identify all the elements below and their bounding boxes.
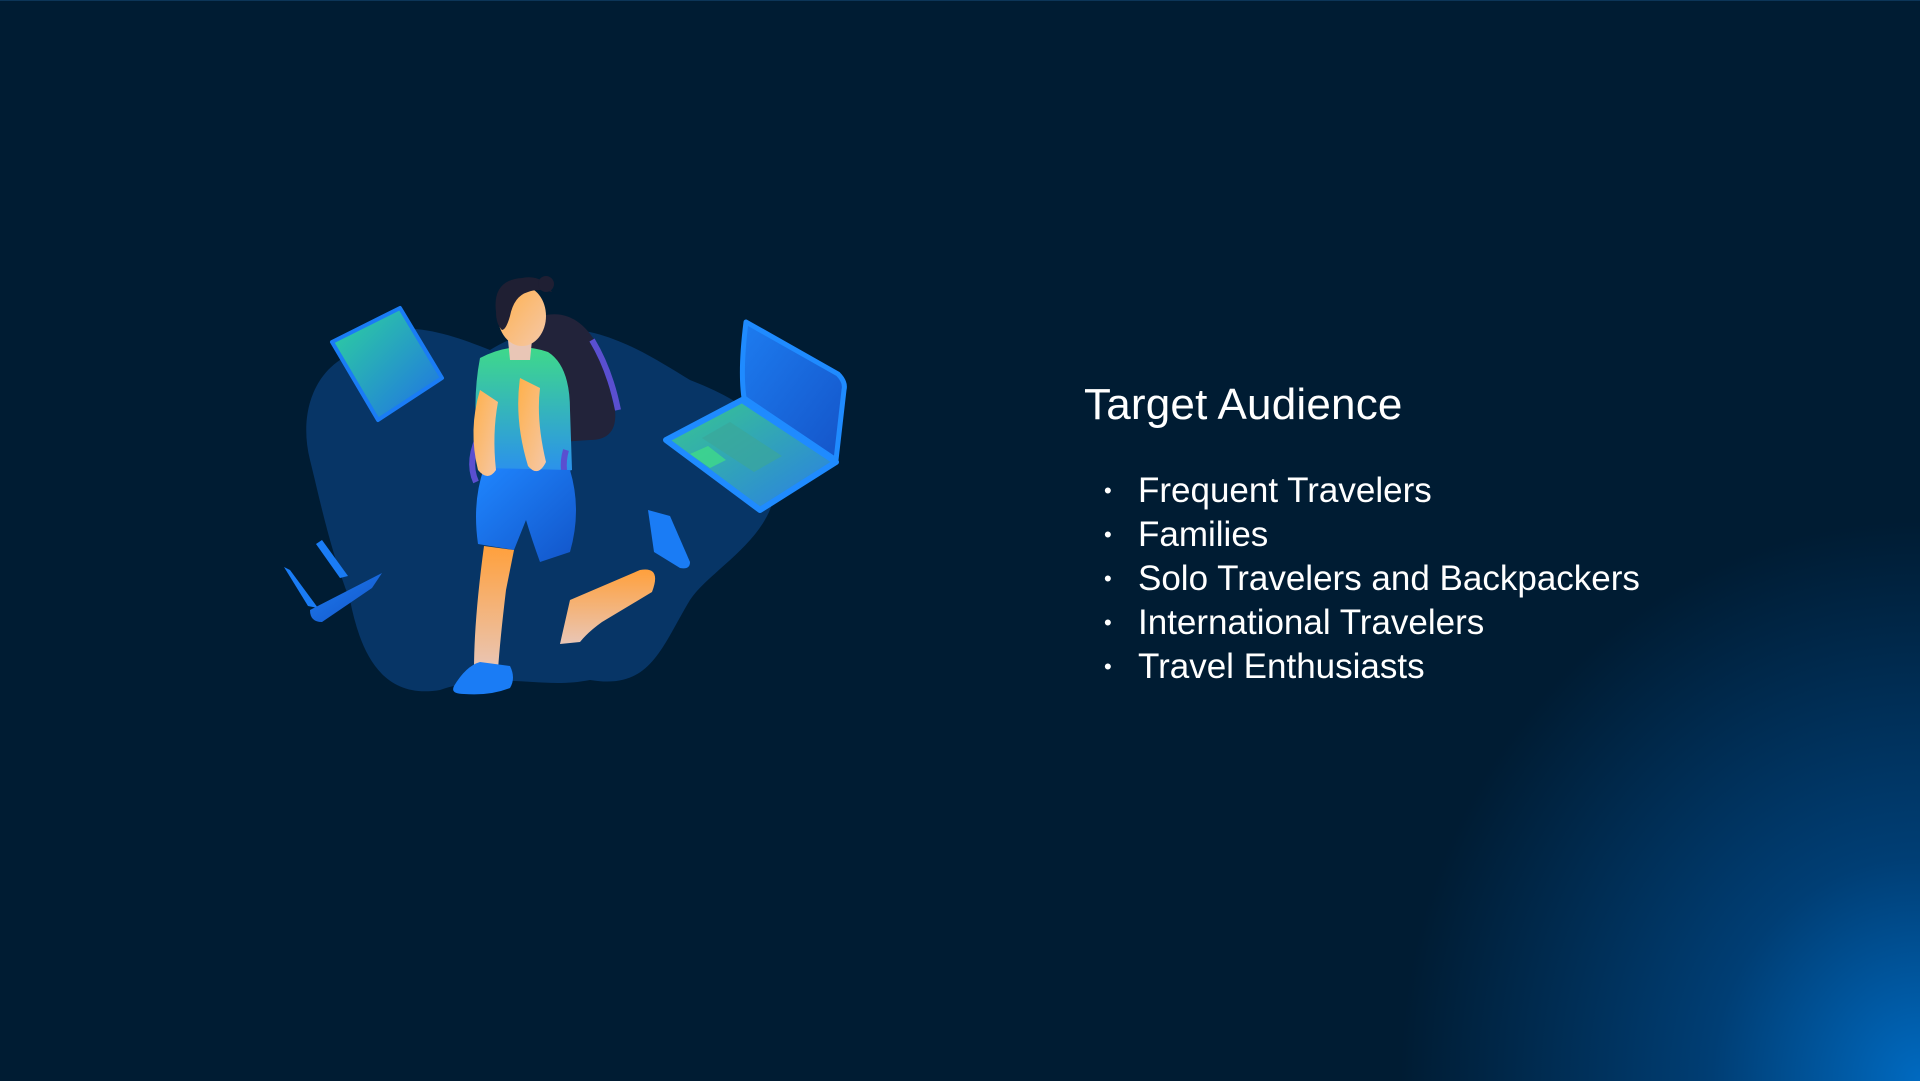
audience-list: • Frequent Travelers • Families • Solo T… [1084,469,1844,689]
list-item-label: International Travelers [1138,602,1485,642]
bullet-icon: • [1104,521,1112,547]
traveler-with-backpack-and-laptops-icon [284,276,847,695]
list-item-label: Solo Travelers and Backpackers [1138,558,1640,598]
bullet-icon: • [1104,477,1112,503]
list-item-label: Families [1138,514,1269,554]
content-panel: Target Audience • Frequent Travelers • F… [1084,380,1844,689]
bullet-icon: • [1104,609,1112,635]
list-item: • Frequent Travelers [1104,469,1844,513]
list-item-label: Travel Enthusiasts [1138,646,1425,686]
bullet-icon: • [1104,565,1112,591]
list-item: • Solo Travelers and Backpackers [1104,557,1844,601]
list-item: • International Travelers [1104,601,1844,645]
list-item: • Families [1104,513,1844,557]
slide-title: Target Audience [1084,380,1403,429]
top-divider [0,0,1920,1]
list-item-label: Frequent Travelers [1138,470,1432,510]
list-item: • Travel Enthusiasts [1104,645,1844,689]
bullet-icon: • [1104,653,1112,679]
slide: Target Audience • Frequent Travelers • F… [0,0,1920,1081]
